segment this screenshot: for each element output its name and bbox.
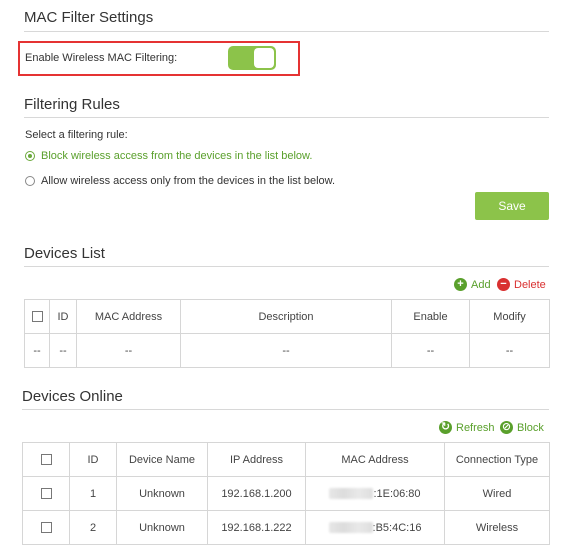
mac-filter-title: MAC Filter Settings — [24, 9, 154, 26]
device-mac-suffix: :1E:06:80 — [373, 487, 421, 500]
refresh-button[interactable]: ↻ Refresh — [439, 421, 495, 434]
add-label: Add — [471, 278, 491, 291]
row-checkbox-cell[interactable] — [22, 476, 70, 511]
table-cell: -- — [24, 333, 50, 368]
device-mac-suffix: :B5:4C:16 — [372, 521, 422, 534]
table-cell: -- — [180, 333, 392, 368]
redacted-mac-prefix — [328, 522, 373, 534]
table-row: 2 Unknown 192.168.1.222 :B5:4C:16 Wirele… — [22, 510, 550, 545]
filtering-rule-prompt: Select a filtering rule: — [25, 129, 128, 141]
filtering-rules-title: Filtering Rules — [24, 96, 120, 113]
select-all-checkbox[interactable] — [40, 454, 52, 466]
devices-online-table: ID Device Name IP Address MAC Address Co… — [22, 442, 550, 545]
column-header: Connection Type — [444, 442, 550, 477]
table-header-row: ID MAC Address Description Enable Modify — [24, 299, 550, 334]
delete-button[interactable]: − Delete — [497, 278, 546, 291]
refresh-label: Refresh — [456, 421, 495, 434]
table-cell: -- — [469, 333, 550, 368]
redacted-mac-prefix — [329, 488, 374, 500]
column-header: MAC Address — [305, 442, 445, 477]
enable-mac-filtering-toggle[interactable] — [228, 46, 276, 70]
table-row: 1 Unknown 192.168.1.200 :1E:06:80 Wired — [22, 476, 550, 511]
select-all-checkbox[interactable] — [31, 311, 43, 323]
delete-label: Delete — [514, 278, 546, 291]
enable-mac-filtering-label: Enable Wireless MAC Filtering: — [25, 52, 178, 64]
radio-block[interactable] — [25, 151, 35, 161]
device-connection-type: Wired — [444, 476, 550, 511]
column-header: ID — [49, 299, 77, 334]
block-label: Block — [517, 421, 544, 434]
table-cell: -- — [391, 333, 470, 368]
divider — [24, 117, 549, 118]
device-ip: 192.168.1.222 — [207, 510, 306, 545]
column-header: Modify — [469, 299, 550, 334]
row-checkbox-cell[interactable] — [22, 510, 70, 545]
divider — [22, 409, 549, 410]
divider — [24, 31, 549, 32]
plus-circle-icon: + — [454, 278, 467, 291]
column-header: Device Name — [116, 442, 208, 477]
column-header: Enable — [391, 299, 470, 334]
add-button[interactable]: + Add — [454, 278, 491, 291]
device-id: 2 — [69, 510, 117, 545]
device-name: Unknown — [116, 476, 208, 511]
device-id: 1 — [69, 476, 117, 511]
table-header-row: ID Device Name IP Address MAC Address Co… — [22, 442, 550, 477]
block-icon: ⊘ — [500, 421, 513, 434]
select-all-checkbox-cell[interactable] — [22, 442, 70, 477]
devices-online-title: Devices Online — [22, 388, 123, 405]
device-mac: :B5:4C:16 — [305, 510, 445, 545]
device-mac: :1E:06:80 — [305, 476, 445, 511]
table-cell: -- — [76, 333, 181, 368]
table-row: -- -- -- -- -- -- — [24, 333, 550, 368]
block-button[interactable]: ⊘ Block — [500, 421, 544, 434]
table-cell: -- — [49, 333, 77, 368]
column-header: ID — [69, 442, 117, 477]
radio-allow-label[interactable]: Allow wireless access only from the devi… — [41, 175, 335, 187]
device-name: Unknown — [116, 510, 208, 545]
toggle-knob — [254, 48, 274, 68]
devices-list-title: Devices List — [24, 245, 105, 262]
column-header: Description — [180, 299, 392, 334]
devices-list-table: ID MAC Address Description Enable Modify… — [24, 299, 550, 368]
row-checkbox[interactable] — [40, 522, 52, 534]
radio-block-label[interactable]: Block wireless access from the devices i… — [41, 150, 312, 162]
column-header: MAC Address — [76, 299, 181, 334]
divider — [24, 266, 549, 267]
radio-allow[interactable] — [25, 176, 35, 186]
device-ip: 192.168.1.200 — [207, 476, 306, 511]
row-checkbox[interactable] — [40, 488, 52, 500]
minus-circle-icon: − — [497, 278, 510, 291]
device-connection-type: Wireless — [444, 510, 550, 545]
save-button[interactable]: Save — [475, 192, 549, 220]
column-header: IP Address — [207, 442, 306, 477]
select-all-checkbox-cell[interactable] — [24, 299, 50, 334]
refresh-icon: ↻ — [439, 421, 452, 434]
